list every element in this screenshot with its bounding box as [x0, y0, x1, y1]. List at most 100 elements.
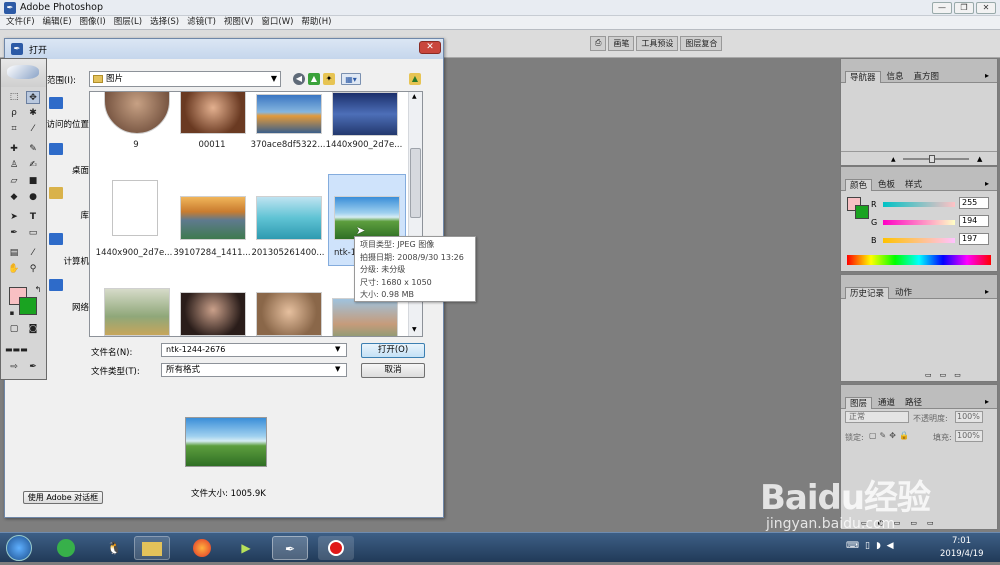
menu-layer[interactable]: 图层(L): [112, 16, 144, 29]
color-spectrum-bar[interactable]: [847, 255, 991, 265]
slider-g-value[interactable]: 194: [959, 215, 989, 227]
tab-paths[interactable]: 路径: [901, 397, 926, 409]
panel-menu-icon[interactable]: ▸: [985, 179, 989, 188]
history-footer-icons[interactable]: ▭▭▭: [925, 371, 969, 379]
start-button-icon[interactable]: [6, 535, 32, 561]
chevron-down-icon[interactable]: ▼: [335, 345, 340, 353]
file-thumbnail[interactable]: [332, 92, 398, 136]
palette-tab-brushes[interactable]: 画笔: [608, 36, 635, 51]
file-thumbnail[interactable]: [180, 196, 246, 240]
tab-color[interactable]: 颜色: [845, 179, 873, 191]
computer-icon[interactable]: [49, 233, 63, 245]
menu-image[interactable]: 图像(I): [78, 16, 108, 29]
file-name[interactable]: 9: [96, 140, 176, 150]
zoom-tool-icon[interactable]: ⚲: [26, 263, 40, 276]
eyedropper-tool-icon[interactable]: ⁄: [26, 247, 40, 260]
recorder-icon[interactable]: [318, 536, 354, 560]
tab-actions[interactable]: 动作: [891, 287, 916, 299]
firefox-icon[interactable]: [184, 536, 220, 560]
view-menu-icon[interactable]: ▦▾: [341, 73, 361, 85]
cancel-button[interactable]: 取消: [361, 363, 425, 378]
media-app-icon[interactable]: ▶: [228, 536, 264, 560]
scroll-up-icon[interactable]: ▲: [412, 93, 417, 100]
healing-brush-tool-icon[interactable]: ✚: [7, 143, 21, 156]
menu-window[interactable]: 窗口(W): [259, 16, 295, 29]
new-folder-icon[interactable]: ✦: [323, 73, 335, 85]
menu-help[interactable]: 帮助(H): [299, 16, 333, 29]
marquee-tool-icon[interactable]: ⬚: [7, 91, 21, 104]
file-name[interactable]: 370ace8df5322...: [248, 140, 328, 150]
recent-places-icon[interactable]: [49, 97, 63, 109]
tab-histogram[interactable]: 直方图: [910, 71, 944, 83]
filename-input[interactable]: ntk-1244-2676: [161, 343, 347, 357]
slider-b[interactable]: [883, 238, 955, 243]
place-recent[interactable]: 访问的位置: [45, 118, 89, 130]
clock-time[interactable]: 7:01: [952, 536, 971, 546]
file-generic-icon[interactable]: [112, 180, 158, 236]
notes-tool-icon[interactable]: ▤: [7, 247, 21, 260]
brush-tool-icon[interactable]: ✎: [26, 143, 40, 156]
screen-mode-icon[interactable]: ▬▬▬: [5, 343, 28, 356]
file-thumbnail[interactable]: [180, 292, 246, 336]
panel-menu-icon[interactable]: ▸: [985, 287, 989, 296]
slider-b-value[interactable]: 197: [959, 233, 989, 245]
filetype-dropdown[interactable]: 所有格式: [161, 363, 347, 377]
pen-tool-icon[interactable]: ✒: [7, 227, 21, 240]
lock-icons[interactable]: ▢✎✥🔒: [869, 431, 912, 440]
opacity-input[interactable]: 100%: [955, 411, 983, 423]
menu-filter[interactable]: 滤镜(T): [185, 16, 218, 29]
blur-tool-icon[interactable]: ◆: [7, 191, 21, 204]
file-thumbnail[interactable]: [180, 92, 246, 134]
slider-g[interactable]: [883, 220, 955, 225]
file-name[interactable]: 1440x900_2d7e...: [324, 140, 404, 150]
menu-edit[interactable]: 编辑(E): [41, 16, 74, 29]
tab-styles[interactable]: 样式: [901, 179, 926, 191]
open-button[interactable]: 打开(O): [361, 343, 425, 358]
close-app-button[interactable]: ✕: [976, 2, 996, 14]
dialog-close-button[interactable]: ✕: [419, 41, 441, 54]
zoom-out-icon[interactable]: ▲: [891, 156, 896, 163]
magic-wand-tool-icon[interactable]: ✱: [26, 107, 40, 120]
zoom-slider[interactable]: [903, 158, 969, 160]
zoom-in-icon[interactable]: ▲: [977, 155, 982, 163]
eraser-tool-icon[interactable]: ▱: [7, 175, 21, 188]
quick-mask-icon[interactable]: ◙: [26, 323, 40, 336]
menu-select[interactable]: 选择(S): [148, 16, 181, 29]
menu-view[interactable]: 视图(V): [222, 16, 255, 29]
tab-channels[interactable]: 通道: [874, 397, 899, 409]
clone-stamp-tool-icon[interactable]: ♙: [7, 159, 21, 172]
file-name[interactable]: 00011: [172, 140, 252, 150]
browser-360-icon[interactable]: [48, 536, 84, 560]
zoom-slider-thumb[interactable]: [929, 155, 935, 163]
file-name[interactable]: 201305261400...: [248, 248, 328, 258]
place-network[interactable]: 网络: [45, 301, 89, 313]
network-icon[interactable]: [49, 279, 63, 291]
file-name[interactable]: 39107284_1411...: [172, 248, 252, 258]
file-name[interactable]: 1440x900_2d7e...: [94, 248, 174, 258]
swap-colors-icon[interactable]: ↰: [31, 283, 45, 296]
blend-mode-dropdown[interactable]: 正常: [845, 411, 909, 423]
clock-date[interactable]: 2019/4/19: [940, 549, 984, 559]
file-thumbnail[interactable]: [104, 288, 170, 336]
back-icon[interactable]: ◀: [293, 73, 305, 85]
palette-tab-tool-presets[interactable]: 工具预设: [636, 36, 679, 51]
lookin-dropdown[interactable]: 图片 ▼: [89, 71, 281, 87]
file-explorer-icon[interactable]: [134, 536, 170, 560]
panel-menu-icon[interactable]: ▸: [985, 71, 989, 80]
place-desktop[interactable]: 桌面: [45, 164, 89, 176]
tab-info[interactable]: 信息: [883, 71, 908, 83]
restore-button[interactable]: ❐: [954, 2, 974, 14]
slider-r-value[interactable]: 255: [959, 197, 989, 209]
file-thumbnail-selected[interactable]: [334, 196, 400, 240]
slice-tool-icon[interactable]: ⁄: [26, 123, 40, 136]
chevron-down-icon[interactable]: ▼: [335, 365, 340, 373]
default-colors-icon[interactable]: ▪: [5, 307, 19, 320]
file-thumbnail[interactable]: [104, 92, 170, 134]
path-selection-tool-icon[interactable]: ➤: [7, 211, 21, 224]
crop-tool-icon[interactable]: ⌗: [7, 123, 21, 136]
move-tool-icon[interactable]: ✥: [26, 91, 40, 104]
color-bg-swatch[interactable]: [855, 205, 869, 219]
tab-swatches[interactable]: 色板: [874, 179, 899, 191]
slider-r[interactable]: [883, 202, 955, 207]
fill-input[interactable]: 100%: [955, 430, 983, 442]
